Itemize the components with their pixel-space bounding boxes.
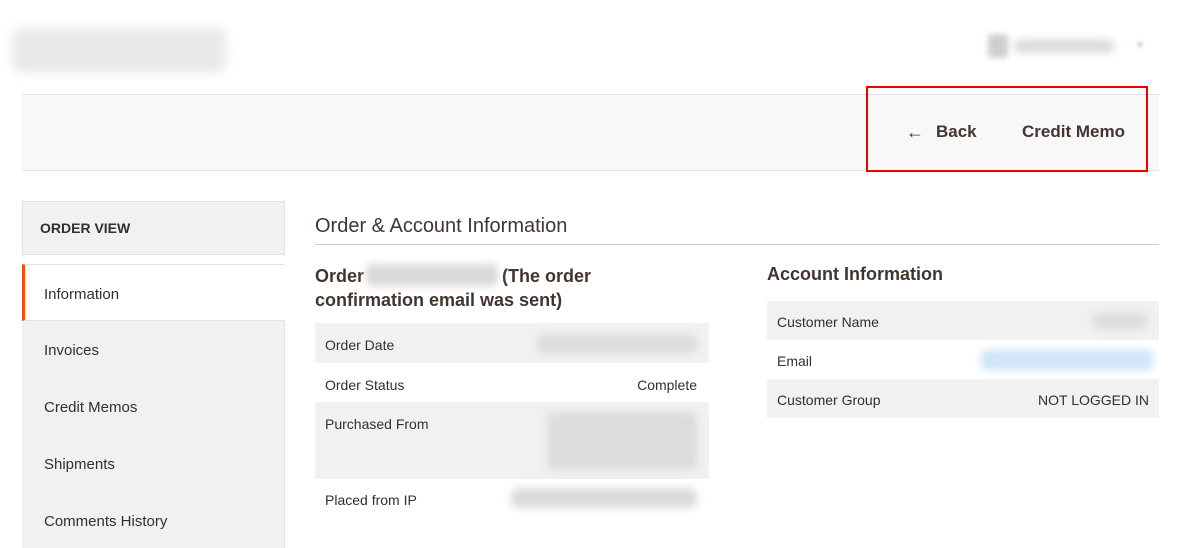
- tab-label: Information: [44, 286, 120, 303]
- order-date-value: [537, 335, 697, 353]
- admin-user-menu[interactable]: ▼: [984, 30, 1160, 62]
- table-row: Order Date: [315, 323, 709, 363]
- tab-label: Credit Memos: [44, 399, 138, 416]
- order-title-prefix: Order: [315, 266, 365, 286]
- customer-group-value: NOT LOGGED IN: [1038, 392, 1149, 408]
- table-row: Placed from IP: [315, 479, 709, 517]
- table-row: Order Status Complete: [315, 363, 709, 402]
- tab-credit-memos[interactable]: Credit Memos: [22, 378, 285, 435]
- row-label: Customer Name: [777, 314, 879, 330]
- email-link[interactable]: [981, 350, 1153, 370]
- row-label: Order Status: [325, 377, 405, 393]
- table-row: Purchased From: [315, 402, 709, 479]
- table-row: Customer Group NOT LOGGED IN: [767, 379, 1159, 418]
- table-row: Customer Name: [767, 301, 1159, 340]
- tab-label: Invoices: [44, 342, 100, 359]
- placed-from-ip-value: [511, 488, 697, 508]
- tab-invoices[interactable]: Invoices: [22, 321, 285, 378]
- order-number: [366, 264, 498, 286]
- row-label: Customer Group: [777, 392, 881, 408]
- section-title: Order & Account Information: [315, 215, 568, 237]
- section-divider: [315, 244, 1159, 245]
- user-name: [1014, 39, 1114, 53]
- user-avatar-icon: [988, 34, 1008, 58]
- row-label: Purchased From: [325, 416, 429, 432]
- row-label: Order Date: [325, 337, 395, 353]
- tab-label: Comments History: [44, 513, 168, 530]
- highlight-annotation: [866, 86, 1148, 172]
- customer-name-value: [1093, 313, 1147, 329]
- sidebar-tabs: Information Invoices Credit Memos Shipme…: [22, 264, 285, 548]
- purchased-from-value: [547, 412, 697, 470]
- row-label: Placed from IP: [325, 492, 417, 508]
- order-view-sidebar: ORDER VIEW Information Invoices Credit M…: [22, 201, 285, 548]
- tab-label: Shipments: [44, 456, 115, 473]
- tab-shipments[interactable]: Shipments: [22, 435, 285, 492]
- tab-information[interactable]: Information: [22, 264, 285, 321]
- order-status-value: Complete: [637, 377, 697, 393]
- chevron-down-icon: ▼: [1134, 38, 1146, 52]
- store-logo[interactable]: [12, 28, 226, 72]
- table-row: Email: [767, 340, 1159, 379]
- account-info-title: Account Information: [767, 264, 943, 284]
- sidebar-title: ORDER VIEW: [22, 201, 285, 255]
- row-label: Email: [777, 353, 813, 369]
- order-title: Order (The order confirmation email was s…: [315, 264, 635, 312]
- tab-comments-history[interactable]: Comments History: [22, 492, 285, 548]
